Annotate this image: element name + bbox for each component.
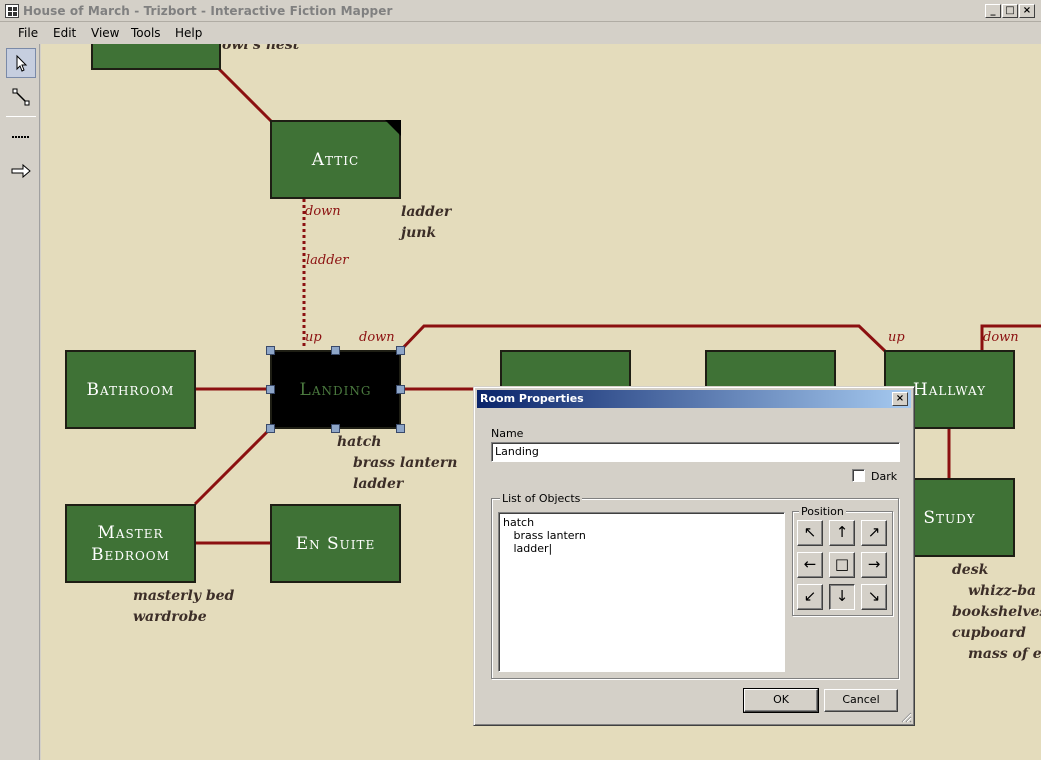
resize-grip-icon[interactable] <box>900 711 912 723</box>
connection-tool[interactable] <box>6 82 36 112</box>
connection-label: down <box>305 204 341 219</box>
position-center-button[interactable]: □ <box>829 552 855 578</box>
ok-button[interactable]: OK <box>743 688 819 713</box>
position-nw-button[interactable]: ↖ <box>797 520 823 546</box>
room-name: Master Bedroom <box>91 522 170 566</box>
room-name-line: Bedroom <box>91 544 170 565</box>
object-item: ladder <box>353 476 404 492</box>
corner-marker-icon <box>385 120 401 136</box>
position-s-button[interactable]: ↓ <box>829 584 855 610</box>
room-master-bedroom[interactable]: Master Bedroom <box>65 504 196 583</box>
connection-label: up <box>888 330 905 345</box>
object-item: hatch <box>337 434 382 450</box>
room-name: Hallway <box>912 379 987 400</box>
object-item: masterly bed <box>133 588 235 604</box>
connection-label: down <box>359 330 395 345</box>
dialog-close-button[interactable]: × <box>892 392 908 406</box>
object-item: ladder <box>401 204 452 220</box>
connection-label: up <box>305 330 322 345</box>
room-name: En Suite <box>295 533 376 554</box>
arrow-tool[interactable] <box>6 156 36 186</box>
object-item: junk <box>401 225 437 241</box>
object-item: wardrobe <box>133 609 207 625</box>
selection-handle[interactable] <box>331 346 340 355</box>
study-objects: desk whizz-ba bookshelves cupboard mass … <box>952 560 1041 665</box>
room-owls-nest[interactable] <box>91 44 221 70</box>
dark-checkbox[interactable] <box>852 469 865 482</box>
connection-label: ladder <box>306 253 349 268</box>
menu-file[interactable]: File <box>18 26 38 40</box>
arrow-right-icon <box>11 163 31 179</box>
room-landing[interactable]: Landing <box>270 350 401 429</box>
selection-handle[interactable] <box>266 424 275 433</box>
dark-label: Dark <box>871 470 898 483</box>
master-bedroom-objects: masterly bed wardrobe <box>133 586 234 628</box>
selection-handle[interactable] <box>396 385 405 394</box>
owls-nest-partial-label: owl's nest <box>222 44 300 53</box>
name-label: Name <box>491 427 524 440</box>
connection-label: down <box>983 330 1019 345</box>
minimize-button[interactable]: _ <box>985 4 1001 18</box>
object-item: mass of el <box>968 646 1041 662</box>
room-name: Attic <box>311 149 360 170</box>
object-item: bookshelves <box>952 604 1041 620</box>
dialog-title: Room Properties <box>480 392 584 405</box>
app-window: House of March - Trizbort - Interactive … <box>0 0 1041 760</box>
menu-bar: File Edit View Tools Help <box>0 22 1041 44</box>
selection-handle[interactable] <box>396 346 405 355</box>
position-n-button[interactable]: ↑ <box>829 520 855 546</box>
name-input[interactable]: Landing <box>491 442 900 462</box>
app-icon <box>5 4 19 18</box>
pointer-icon <box>16 54 28 72</box>
position-e-button[interactable]: → <box>861 552 887 578</box>
room-name: Bathroom <box>86 379 175 400</box>
line-tool[interactable] <box>6 122 36 152</box>
cancel-button[interactable]: Cancel <box>824 689 898 712</box>
selection-handle[interactable] <box>266 385 275 394</box>
connection-landing-hallway[interactable] <box>398 324 887 353</box>
select-tool[interactable] <box>6 48 36 78</box>
room-properties-dialog: Room Properties × Name Landing Dark List… <box>473 386 915 726</box>
position-group-label: Position <box>799 505 846 518</box>
maximize-button[interactable]: □ <box>1002 4 1018 18</box>
connection-landing-masterbedroom[interactable] <box>193 427 272 506</box>
dashed-line-icon <box>12 136 30 138</box>
selection-handle[interactable] <box>266 346 275 355</box>
room-en-suite[interactable]: En Suite <box>270 504 401 583</box>
title-bar: House of March - Trizbort - Interactive … <box>0 0 1041 22</box>
position-se-button[interactable]: ↘ <box>861 584 887 610</box>
object-item: whizz-ba <box>968 583 1037 599</box>
objects-textarea[interactable]: hatch brass lantern ladder| <box>498 512 785 672</box>
window-title: House of March - Trizbort - Interactive … <box>23 4 393 18</box>
object-item: cupboard <box>952 625 1026 641</box>
position-w-button[interactable]: ← <box>797 552 823 578</box>
position-ne-button[interactable]: ↗ <box>861 520 887 546</box>
room-name-line: Master <box>97 522 164 543</box>
menu-help[interactable]: Help <box>175 26 202 40</box>
attic-objects: ladder junk <box>401 202 451 244</box>
connection-top-attic[interactable] <box>217 67 273 123</box>
position-sw-button[interactable]: ↙ <box>797 584 823 610</box>
objects-group-label: List of Objects <box>500 492 583 505</box>
connect-icon <box>12 88 30 106</box>
close-button[interactable]: × <box>1019 4 1035 18</box>
dialog-title-bar[interactable]: Room Properties × <box>477 390 911 408</box>
room-attic[interactable]: Attic <box>270 120 401 199</box>
object-item: desk <box>952 562 989 578</box>
room-bathroom[interactable]: Bathroom <box>65 350 196 429</box>
tool-palette <box>0 44 40 760</box>
room-name: Landing <box>299 379 372 400</box>
menu-view[interactable]: View <box>91 26 119 40</box>
room-name: Study <box>923 507 976 528</box>
menu-edit[interactable]: Edit <box>53 26 76 40</box>
toolbar-separator <box>6 116 36 117</box>
menu-tools[interactable]: Tools <box>131 26 161 40</box>
object-item: brass lantern <box>353 455 458 471</box>
landing-objects: hatch brass lantern ladder <box>337 432 457 495</box>
